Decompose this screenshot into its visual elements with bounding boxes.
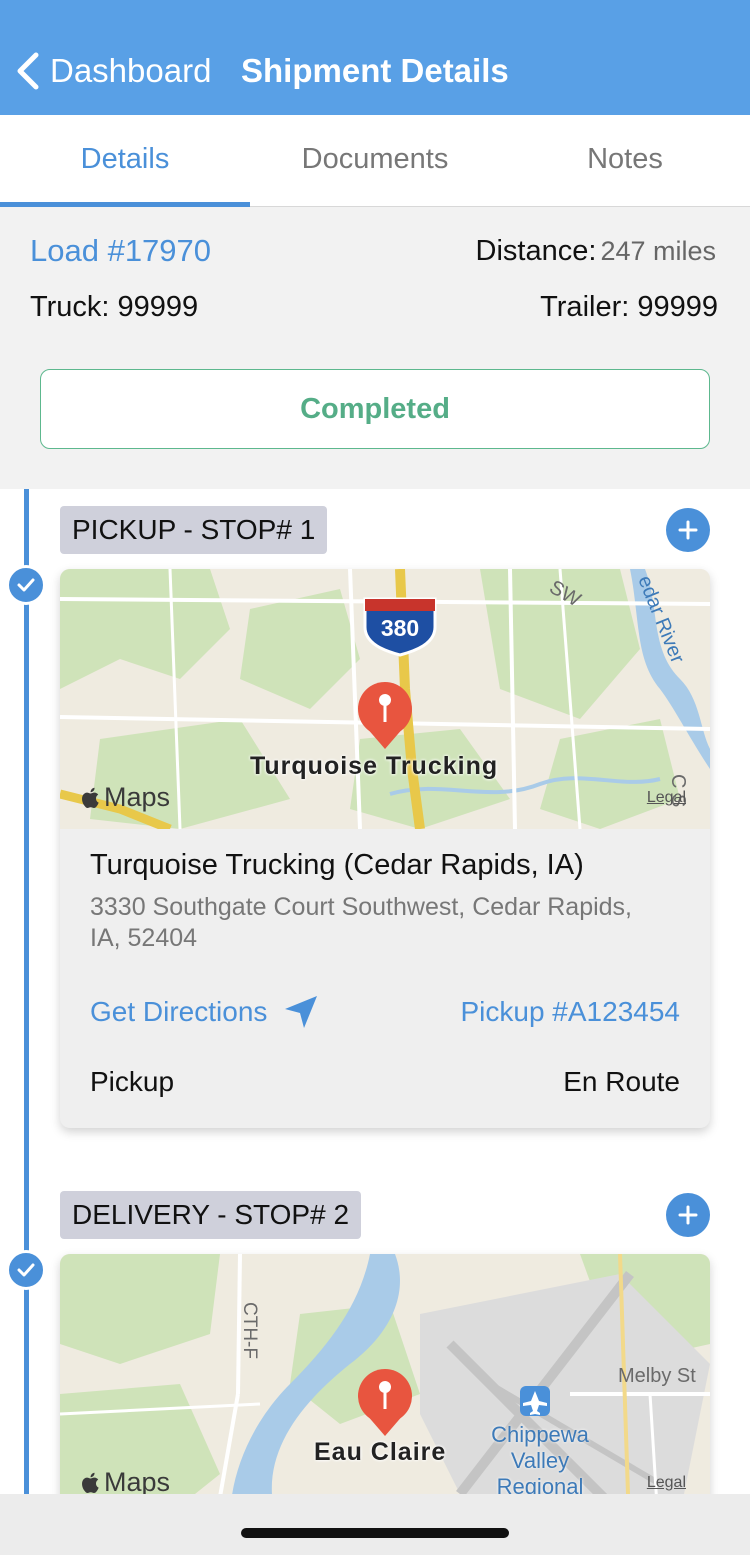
tab-documents[interactable]: Documents (250, 115, 500, 206)
stop-actions: Get Directions Pickup #A123454 (90, 992, 680, 1032)
tab-notes[interactable]: Notes (500, 115, 750, 206)
apple-icon (82, 787, 99, 808)
page-title: Shipment Details (241, 52, 509, 89)
get-directions-button[interactable]: Get Directions (90, 992, 321, 1032)
back-label: Dashboard (50, 52, 212, 89)
airport-icon (520, 1386, 550, 1416)
back-button[interactable]: Dashboard (14, 50, 211, 92)
plus-icon (678, 520, 698, 540)
legal-link[interactable]: Legal (647, 789, 686, 807)
maps-text: Maps (104, 1467, 171, 1494)
distance-value: 247 miles (600, 236, 716, 266)
street-label: Melby St (618, 1365, 696, 1387)
road-label: CTH-F (239, 1302, 260, 1359)
shipment-summary: Load #17970 Distance: 247 miles Truck: 9… (0, 207, 750, 489)
add-button[interactable] (666, 1193, 710, 1237)
apple-maps-logo: Maps (80, 1467, 170, 1494)
navigation-arrow-icon (285, 996, 318, 1028)
airport-label: Chippewa Valley Regional (491, 1422, 589, 1494)
place-name: Turquoise Trucking (Cedar Rapids, IA) (90, 849, 584, 881)
map-pin-label: Turquoise Trucking (250, 752, 499, 780)
navigation-bar: Dashboard Shipment Details (0, 0, 750, 115)
stop-card-pickup: 380 SW edar River C S Turquoise Trucking… (60, 569, 710, 1128)
tab-bar: Details Documents Notes (0, 115, 750, 207)
add-button[interactable] (666, 508, 710, 552)
distance-label: Distance: (475, 235, 597, 267)
plus-icon (678, 1205, 698, 1225)
distance: Distance: 247 miles (476, 235, 716, 268)
trailer-number: Trailer: 99999 (540, 291, 718, 323)
pickup-number-link[interactable]: Pickup #A123454 (460, 996, 680, 1028)
map-view[interactable]: 380 SW edar River C S Turquoise Trucking… (60, 569, 710, 829)
place-address: 3330 Southgate Court Southwest, Cedar Ra… (90, 893, 633, 952)
stop-tag-delivery: DELIVERY - STOP# 2 (60, 1191, 362, 1239)
stop-type: Pickup (90, 1066, 175, 1097)
apple-icon (82, 1472, 99, 1493)
stop-card-delivery: CTH-F Melby St 53 Eau (60, 1254, 710, 1494)
stops-list[interactable]: PICKUP - STOP# 1 380 SW edar River C S T… (0, 489, 750, 1494)
maps-text: Maps (104, 782, 171, 812)
timeline-line (24, 489, 29, 1494)
stop-details: Turquoise Trucking (Cedar Rapids, IA) 33… (60, 829, 710, 1128)
tab-details[interactable]: Details (0, 115, 250, 207)
truck-number: Truck: 99999 (30, 291, 199, 323)
stop-status-row: Pickup En Route (90, 1066, 680, 1128)
home-indicator[interactable] (241, 1528, 509, 1538)
chevron-left-icon (17, 52, 39, 90)
map-pin-label: Eau Claire (314, 1438, 447, 1466)
highway-shield-label: 380 (381, 615, 419, 641)
get-directions-label: Get Directions (90, 996, 268, 1027)
home-indicator-area (0, 1494, 750, 1555)
stop-tag-pickup: PICKUP - STOP# 1 (60, 506, 328, 554)
legal-link[interactable]: Legal (647, 1474, 686, 1492)
map-view[interactable]: CTH-F Melby St 53 Eau (60, 1254, 710, 1494)
check-icon (6, 565, 46, 605)
check-icon (6, 1250, 46, 1290)
apple-maps-logo: Maps (80, 782, 170, 813)
status-button[interactable]: Completed (40, 369, 710, 449)
stop-status: En Route (563, 1066, 680, 1097)
load-number-link[interactable]: Load #17970 (30, 233, 211, 269)
